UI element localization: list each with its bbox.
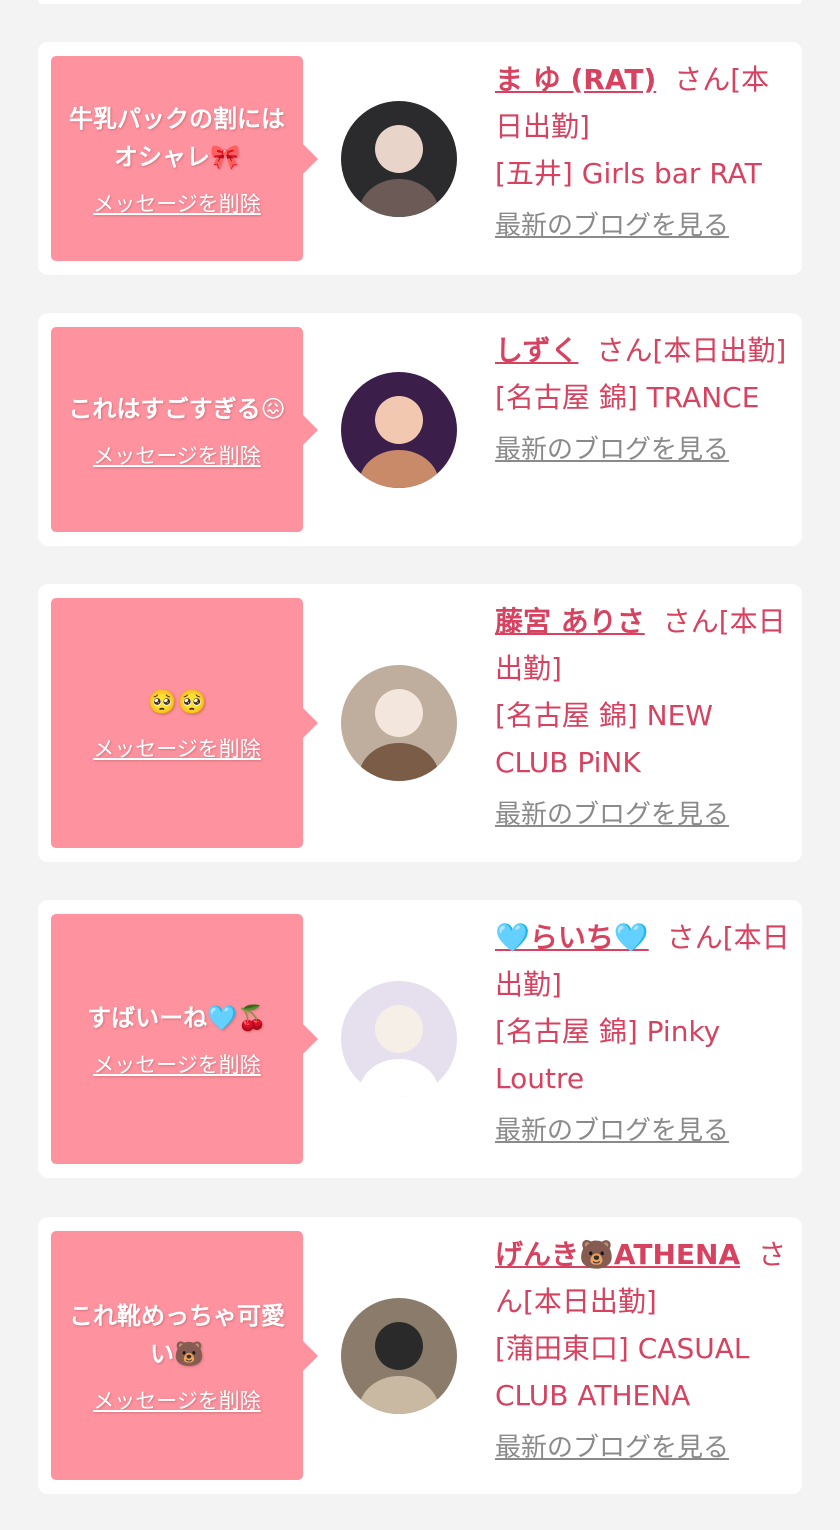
avatar[interactable] bbox=[341, 665, 457, 781]
shop-name: [名古屋 錦] Pinky Loutre bbox=[495, 1015, 721, 1095]
list-item: これはすごすぎる😖 メッセージを削除 しずく さん[本日出勤] [名古屋 錦] T… bbox=[38, 313, 802, 546]
list-item: これ靴めっちゃ可愛い🐻 メッセージを削除 げんき🐻ATHENA さん[本日出勤] … bbox=[38, 1217, 802, 1494]
delete-message-link[interactable]: メッセージを削除 bbox=[93, 1385, 261, 1415]
profile-info: ま ゆ (RAT) さん[本日出勤] [五井] Girls bar RAT 最新の… bbox=[495, 56, 795, 250]
latest-blog-link[interactable]: 最新のブログを見る bbox=[495, 427, 795, 474]
previous-card-edge bbox=[38, 0, 802, 4]
profile-info: 🩵らいち🩵 さん[本日出勤] [名古屋 錦] Pinky Loutre 最新のブロ… bbox=[495, 914, 795, 1155]
message-bubble: 🥺🥺 メッセージを削除 bbox=[51, 598, 318, 848]
message-bubble: これはすごすぎる😖 メッセージを削除 bbox=[51, 327, 318, 532]
cast-name-link[interactable]: げんき🐻ATHENA bbox=[495, 1238, 740, 1271]
latest-blog-link[interactable]: 最新のブログを見る bbox=[495, 1425, 795, 1472]
message-bubble: すばいーね🩵🍒 メッセージを削除 bbox=[51, 914, 318, 1164]
latest-blog-link[interactable]: 最新のブログを見る bbox=[495, 203, 795, 250]
message-text: 牛乳パックの割にはオシャレ🎀 bbox=[69, 104, 285, 171]
profile-info: げんき🐻ATHENA さん[本日出勤] [蒲田東口] CASUAL CLUB AT… bbox=[495, 1231, 795, 1472]
shop-name: [名古屋 錦] NEW CLUB PiNK bbox=[495, 699, 713, 779]
message-text: すばいーね🩵🍒 bbox=[87, 1004, 267, 1032]
delete-message-link[interactable]: メッセージを削除 bbox=[93, 1049, 261, 1079]
cast-name-link[interactable]: 藤宮 ありさ bbox=[495, 605, 645, 638]
latest-blog-link[interactable]: 最新のブログを見る bbox=[495, 1108, 795, 1155]
message-bubble: これ靴めっちゃ可愛い🐻 メッセージを削除 bbox=[51, 1231, 318, 1480]
avatar[interactable] bbox=[341, 981, 457, 1097]
cast-name-link[interactable]: ま ゆ (RAT) bbox=[495, 63, 656, 96]
list-item: 牛乳パックの割にはオシャレ🎀 メッセージを削除 ま ゆ (RAT) さん[本日出勤… bbox=[38, 42, 802, 275]
latest-blog-link[interactable]: 最新のブログを見る bbox=[495, 792, 795, 839]
avatar[interactable] bbox=[341, 1298, 457, 1414]
message-bubble: 牛乳パックの割にはオシャレ🎀 メッセージを削除 bbox=[51, 56, 318, 261]
message-text: 🥺🥺 bbox=[147, 688, 207, 716]
shop-name: [名古屋 錦] TRANCE bbox=[495, 381, 760, 414]
avatar[interactable] bbox=[341, 372, 457, 488]
list-item: 🥺🥺 メッセージを削除 藤宮 ありさ さん[本日出勤] [名古屋 錦] NEW C… bbox=[38, 584, 802, 862]
delete-message-link[interactable]: メッセージを削除 bbox=[93, 188, 261, 218]
avatar[interactable] bbox=[341, 101, 457, 217]
list-item: すばいーね🩵🍒 メッセージを削除 🩵らいち🩵 さん[本日出勤] [名古屋 錦] P… bbox=[38, 900, 802, 1178]
shop-name: [蒲田東口] CASUAL CLUB ATHENA bbox=[495, 1332, 750, 1412]
delete-message-link[interactable]: メッセージを削除 bbox=[93, 440, 261, 470]
cast-name-link[interactable]: しずく bbox=[495, 334, 578, 367]
delete-message-link[interactable]: メッセージを削除 bbox=[93, 733, 261, 763]
profile-info: 藤宮 ありさ さん[本日出勤] [名古屋 錦] NEW CLUB PiNK 最新の… bbox=[495, 598, 795, 839]
cast-status: さん[本日出勤] bbox=[596, 334, 787, 367]
shop-name: [五井] Girls bar RAT bbox=[495, 157, 762, 190]
profile-info: しずく さん[本日出勤] [名古屋 錦] TRANCE 最新のブログを見る bbox=[495, 327, 795, 474]
cast-name-link[interactable]: 🩵らいち🩵 bbox=[495, 921, 649, 954]
message-text: これ靴めっちゃ可愛い🐻 bbox=[69, 1301, 285, 1368]
message-text: これはすごすぎる😖 bbox=[68, 394, 286, 423]
